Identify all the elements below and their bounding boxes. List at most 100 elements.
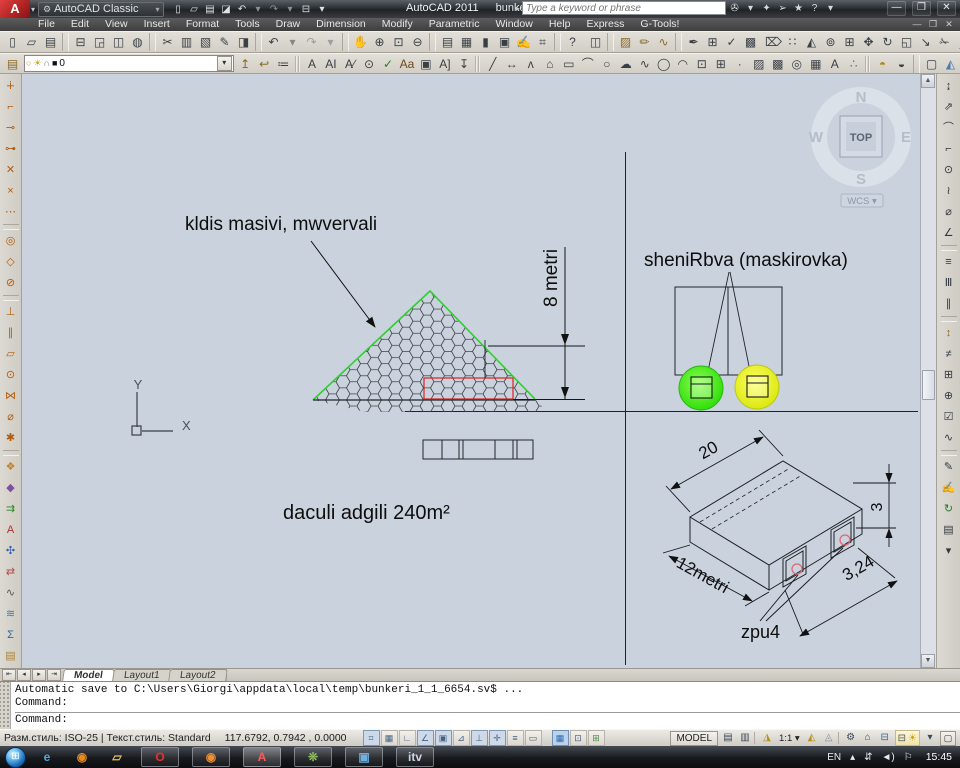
tab-first-icon[interactable]: ⇤ xyxy=(2,669,16,681)
ellipse-icon[interactable]: ◯ xyxy=(654,54,673,74)
app-logo-icon[interactable]: A xyxy=(0,0,30,18)
search-dropdown-icon[interactable]: ▾ xyxy=(744,3,757,14)
publish-icon[interactable]: ◫ xyxy=(109,32,128,52)
menu-tools[interactable]: Tools xyxy=(227,18,268,31)
sheet-set-manager-icon[interactable]: ▣ xyxy=(495,32,514,52)
make-object-layer-current-icon[interactable]: ↥ xyxy=(236,54,255,74)
circle-icon[interactable]: ○ xyxy=(597,54,616,74)
snap-node-icon[interactable]: ⊙ xyxy=(1,365,21,386)
tray-flag-icon[interactable]: ⚐ xyxy=(904,752,913,763)
redo-icon[interactable]: ↷ xyxy=(302,32,321,52)
mound-drawing[interactable] xyxy=(313,291,547,412)
otrack-toggle[interactable]: ⊿ xyxy=(453,730,470,746)
menu-modify[interactable]: Modify xyxy=(374,18,421,31)
dim-diameter-icon[interactable]: ⌀ xyxy=(939,202,959,223)
qat-save-icon[interactable]: ▤ xyxy=(202,4,217,15)
tray-hidden-icons-icon[interactable]: ▴ xyxy=(850,752,855,763)
tray-volume-icon[interactable]: ◄) xyxy=(882,752,895,763)
snap-extension-icon[interactable]: ⋯ xyxy=(1,202,21,223)
viewcube-north[interactable]: N xyxy=(856,89,867,106)
dim-inspect-icon[interactable]: ☑ xyxy=(939,407,959,428)
width-dimension-label[interactable]: 12metri xyxy=(673,553,732,597)
region-icon[interactable]: ◎ xyxy=(787,54,806,74)
move-copy-rotate-icon[interactable]: ✣ xyxy=(1,541,21,562)
block-replace-icon[interactable]: ◆ xyxy=(1,478,21,499)
extend-icon[interactable]: ╱ xyxy=(954,32,960,52)
snap-intersection-icon[interactable]: ✕ xyxy=(1,160,21,181)
app-logo-dropdown-icon[interactable]: ▾ xyxy=(31,5,35,14)
tray-language[interactable]: EN xyxy=(827,752,841,763)
dim-ordinate-icon[interactable]: ⌐ xyxy=(939,139,959,160)
doc-close-button[interactable]: ✕ xyxy=(943,18,955,31)
annotation-visibility-icon[interactable]: ◭ xyxy=(804,731,820,745)
tab-layout1[interactable]: Layout1 xyxy=(112,669,171,681)
text-style-icon[interactable]: Aa xyxy=(397,54,416,74)
tab-layout2[interactable]: Layout2 xyxy=(169,669,228,681)
open-icon[interactable]: ▱ xyxy=(22,32,41,52)
osnap-toggle[interactable]: ▣ xyxy=(435,730,452,746)
wcs-label[interactable]: WCS ▾ xyxy=(847,196,877,207)
draworder-back-icon[interactable]: ◒ xyxy=(892,54,911,74)
viewcube-east[interactable]: E xyxy=(901,129,911,146)
snap-tangent-icon[interactable]: ⊘ xyxy=(1,273,21,294)
taskbar-window-icon[interactable]: ▣ xyxy=(345,747,383,767)
scrollbar-thumb[interactable] xyxy=(922,370,935,400)
stretch-icon[interactable]: ↘ xyxy=(916,32,935,52)
layer-color-swatch[interactable]: ■ xyxy=(52,56,57,71)
snap-midpoint-icon[interactable]: ⊶ xyxy=(1,139,21,160)
menu-file[interactable]: File xyxy=(30,18,63,31)
vertical-scrollbar[interactable]: ▲ ▼ xyxy=(920,74,936,668)
help-question-icon[interactable]: ? xyxy=(563,32,582,52)
text-frame-icon[interactable]: ▣ xyxy=(416,54,435,74)
dim-angular-icon[interactable]: ∠ xyxy=(939,223,959,244)
paste-icon[interactable]: ▧ xyxy=(196,32,215,52)
qat-open-icon[interactable]: ▱ xyxy=(186,4,201,15)
search-expand-icon[interactable]: ▸ xyxy=(516,4,520,13)
command-window-grip[interactable] xyxy=(0,682,11,729)
arc-text-icon[interactable]: A xyxy=(1,520,21,541)
snap-toggle[interactable]: ⌗ xyxy=(363,730,380,746)
status-tray-icon[interactable]: ⊞ xyxy=(588,730,605,746)
viewcube[interactable]: N W E S TOP WCS ▾ xyxy=(809,89,911,207)
edit-hatch-icon[interactable]: ▨ xyxy=(616,32,635,52)
dim-jogged-linear-icon[interactable]: ∿ xyxy=(939,428,959,449)
start-button[interactable]: ⊞ xyxy=(5,747,26,768)
maximize-button[interactable]: ❒ xyxy=(912,1,931,16)
dim-space-icon[interactable]: ↕ xyxy=(939,323,959,344)
layer-previous-icon[interactable]: ↩ xyxy=(255,54,274,74)
annotation-scale-button[interactable]: 1:1 ▾ xyxy=(777,733,802,744)
dim-update-icon[interactable]: ↻ xyxy=(939,499,959,520)
viewcube-top-face[interactable]: TOP xyxy=(850,132,872,144)
tab-last-icon[interactable]: ⇥ xyxy=(47,669,61,681)
gun-label[interactable]: zpu4 xyxy=(741,622,780,642)
menu-express[interactable]: Express xyxy=(578,18,632,31)
snap-from-icon[interactable]: ⌐ xyxy=(1,97,21,118)
workspace-gear-icon[interactable]: ⚙ xyxy=(843,731,859,745)
annotative-object-icon[interactable]: ◭ xyxy=(941,54,960,74)
dim-edit-icon[interactable]: ✎ xyxy=(939,457,959,478)
snap-center-icon[interactable]: ◎ xyxy=(1,231,21,252)
tray-network-icon[interactable]: ⇵ xyxy=(864,752,872,763)
find-replace-icon[interactable]: ⊙ xyxy=(359,54,378,74)
save-icon[interactable]: ▤ xyxy=(41,32,60,52)
height-dimension-label[interactable]: 8 metri xyxy=(541,249,562,307)
center-mark-icon[interactable]: ⊕ xyxy=(939,386,959,407)
menu-insert[interactable]: Insert xyxy=(136,18,178,31)
toolbar-lock-icon[interactable]: ⌂ xyxy=(860,731,876,745)
qat-redo-icon[interactable]: ↷ xyxy=(266,4,281,15)
move-icon[interactable]: ✥ xyxy=(859,32,878,52)
layer-states-manager-icon[interactable]: ≔ xyxy=(274,54,293,74)
flatten-icon[interactable]: ∿ xyxy=(1,583,21,604)
layer-walk-icon[interactable]: ≋ xyxy=(1,604,21,625)
undo-icon[interactable]: ↶ xyxy=(264,32,283,52)
mtext-icon[interactable]: A xyxy=(302,54,321,74)
designcenter-icon[interactable]: ▦ xyxy=(457,32,476,52)
taskbar-opera-icon[interactable]: O xyxy=(141,747,179,767)
point-icon[interactable]: · xyxy=(730,54,749,74)
undo-dropdown-icon[interactable]: ▾ xyxy=(283,32,302,52)
favorites-star-icon[interactable]: ★ xyxy=(792,3,805,14)
menu-parametric[interactable]: Parametric xyxy=(421,18,488,31)
taskbar-game-icon[interactable]: ❊ xyxy=(294,747,332,767)
draworder-front-icon[interactable]: ◓ xyxy=(873,54,892,74)
qat-undo-icon[interactable]: ↶ xyxy=(234,4,249,15)
